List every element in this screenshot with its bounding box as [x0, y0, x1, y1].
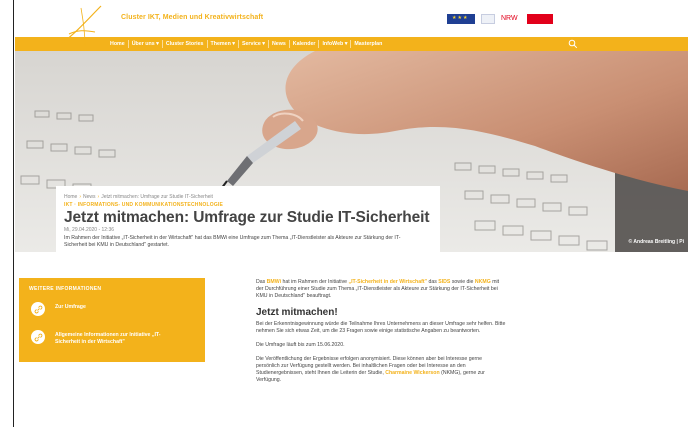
- article-body: Das BMWi hat im Rahmen der Initiative „I…: [256, 279, 506, 391]
- initiative-info-link-label[interactable]: Allgemeine Informationen zur Initiative …: [55, 330, 185, 345]
- nav-item-cluster-stories[interactable]: Cluster Stories: [163, 40, 208, 48]
- breadcrumb-current: Jetzt mitmachen: Umfrage zur Studie IT-S…: [101, 194, 213, 200]
- search-icon[interactable]: [568, 39, 578, 49]
- nav-item-service[interactable]: Service ▾: [239, 40, 269, 48]
- survey-link[interactable]: Zur Umfrage: [31, 302, 185, 316]
- sids-link[interactable]: SIDS: [438, 279, 450, 285]
- partner-logos: NRW: [447, 12, 553, 26]
- section-heading: Jetzt mitmachen!: [256, 307, 338, 318]
- intro-text-4: sowie die: [450, 279, 475, 285]
- breadcrumb-home[interactable]: Home: [64, 194, 77, 200]
- link-icon: [31, 330, 45, 344]
- nav-item-ueber-uns[interactable]: Über uns ▾: [129, 40, 163, 48]
- photo-credit: © Andreas Breitling | Pi: [628, 239, 684, 245]
- eu-funding-logo-icon[interactable]: [481, 14, 495, 24]
- post-date: Mi, 29.04.2020 - 12:36: [64, 227, 115, 233]
- intro-text-2: hat im Rahmen der Initiative: [281, 279, 349, 285]
- nrw-logo[interactable]: NRW: [501, 13, 521, 25]
- further-info-heading: WEITERE INFORMATIONEN: [29, 286, 102, 292]
- partner-brand-logo-icon[interactable]: [527, 14, 553, 24]
- cluster-logo-icon[interactable]: [55, 4, 115, 48]
- initiative-link[interactable]: „IT-Sicherheit in der Wirtschaft": [349, 279, 428, 285]
- window-left-edge: [0, 0, 14, 427]
- article-category[interactable]: IKT · INFORMATIONS- UND KOMMUNIKATIONSTE…: [64, 202, 440, 208]
- survey-link-label[interactable]: Zur Umfrage: [55, 302, 185, 311]
- eu-flag-icon[interactable]: [447, 14, 475, 24]
- article-paragraph: Bei der Erkenntnisgewinnung würde die Te…: [256, 321, 506, 334]
- article-teaser: Im Rahmen der Initiative „IT-Sicherheit …: [64, 235, 401, 248]
- nkmg-link[interactable]: NKMG: [475, 279, 491, 285]
- main-navigation: Home Über uns ▾ Cluster Stories Themen ▾…: [15, 37, 688, 51]
- intro-text-3: das: [427, 279, 439, 285]
- cluster-title[interactable]: Cluster IKT, Medien und Kreativwirtschaf…: [121, 14, 263, 21]
- nav-item-infoweb[interactable]: InfoWeb ▾: [319, 40, 352, 48]
- breadcrumb-separator: ›: [79, 194, 82, 200]
- article-contact-paragraph: Die Veröffentlichung der Ergebnisse erfo…: [256, 356, 506, 384]
- page-title: Jetzt mitmachen: Umfrage zur Studie IT-S…: [64, 209, 430, 226]
- nrw-logo-text: NRW: [501, 15, 518, 22]
- survey-deadline: Die Umfrage läuft bis zum 15.06.2020.: [256, 342, 345, 348]
- breadcrumb: Home › News › Jetzt mitmachen: Umfrage z…: [64, 194, 440, 200]
- breadcrumb-news[interactable]: News: [83, 194, 96, 200]
- link-icon: [31, 302, 45, 316]
- bmwi-link[interactable]: BMWi: [267, 279, 281, 285]
- nav-item-themen[interactable]: Themen ▾: [208, 40, 239, 48]
- article-intro-paragraph: Das BMWi hat im Rahmen der Initiative „I…: [256, 279, 506, 300]
- nav-item-masterplan[interactable]: Masterplan: [351, 40, 385, 48]
- intro-text-1: Das: [256, 279, 267, 285]
- further-info-box: WEITERE INFORMATIONEN Zur Umfrage Allgem…: [19, 278, 205, 362]
- contact-person-link[interactable]: Charmaine Wickerson: [385, 370, 439, 376]
- nav-item-news[interactable]: News: [269, 40, 290, 48]
- web-page: Cluster IKT, Medien und Kreativwirtschaf…: [15, 0, 688, 427]
- article-header-card: Home › News › Jetzt mitmachen: Umfrage z…: [56, 186, 440, 254]
- initiative-info-link[interactable]: Allgemeine Informationen zur Initiative …: [31, 330, 185, 345]
- site-header: Cluster IKT, Medien und Kreativwirtschaf…: [15, 0, 688, 47]
- nav-items: Home Über uns ▾ Cluster Stories Themen ▾…: [107, 37, 385, 51]
- breadcrumb-separator: ›: [97, 194, 100, 200]
- nav-item-kalender[interactable]: Kalender: [290, 40, 320, 48]
